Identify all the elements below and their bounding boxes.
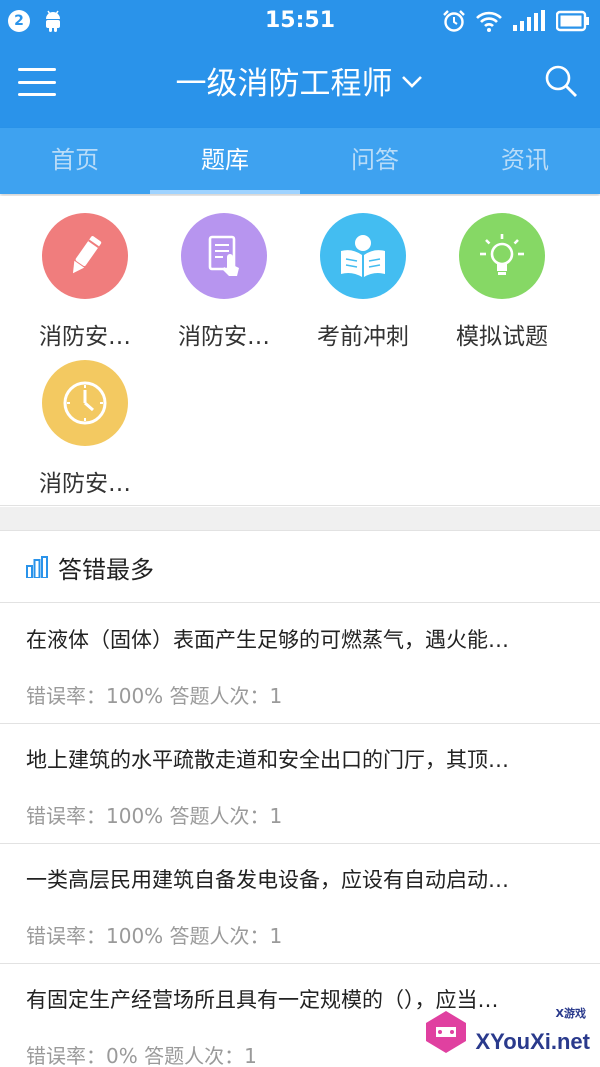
gamepad-logo-icon bbox=[426, 1011, 466, 1053]
question-list: 在液体（固体）表面产生足够的可燃蒸气，遇火能… 错误率：100% 答题人次：1 … bbox=[0, 604, 600, 1067]
grid-item-fire-safety-1[interactable]: 消防安… bbox=[15, 213, 155, 351]
lightbulb-icon bbox=[459, 213, 545, 299]
tab-news[interactable]: 资讯 bbox=[450, 128, 600, 194]
alarm-icon bbox=[443, 10, 465, 32]
battery-icon bbox=[556, 10, 589, 32]
grid-label: 考前冲刺 bbox=[317, 324, 409, 350]
grid-label: 消防安… bbox=[39, 471, 131, 497]
signal-icon bbox=[513, 10, 545, 31]
question-meta: 错误率：100% 答题人次：1 bbox=[26, 924, 283, 948]
grid-item-exam-sprint[interactable]: 考前冲刺 bbox=[293, 213, 433, 351]
status-bar: 2 15:51 bbox=[0, 0, 600, 42]
list-item[interactable]: 地上建筑的水平疏散走道和安全出口的门厅，其顶… 错误率：100% 答题人次：1 bbox=[0, 724, 600, 844]
wifi-icon bbox=[476, 11, 502, 32]
grid-item-fire-safety-2[interactable]: 消防安… bbox=[154, 213, 294, 351]
document-touch-icon bbox=[181, 213, 267, 299]
chevron-down-icon bbox=[401, 75, 422, 88]
clock-icon bbox=[42, 360, 128, 446]
pencil-icon bbox=[42, 213, 128, 299]
question-meta: 错误率：100% 答题人次：1 bbox=[26, 684, 283, 708]
question-text: 一类高层民用建筑自备发电设备，应设有自动启动… bbox=[26, 868, 509, 892]
grid-label: 消防安… bbox=[39, 324, 131, 350]
list-item[interactable]: 在液体（固体）表面产生足够的可燃蒸气，遇火能… 错误率：100% 答题人次：1 bbox=[0, 604, 600, 724]
question-text: 在液体（固体）表面产生足够的可燃蒸气，遇火能… bbox=[26, 628, 509, 652]
tab-question-bank[interactable]: 题库 bbox=[150, 128, 300, 194]
tab-qa[interactable]: 问答 bbox=[300, 128, 450, 194]
tab-home[interactable]: 首页 bbox=[0, 128, 150, 194]
section-divider bbox=[0, 507, 600, 531]
question-text: 地上建筑的水平疏散走道和安全出口的门厅，其顶… bbox=[26, 748, 509, 772]
reading-icon bbox=[320, 213, 406, 299]
list-item[interactable]: 一类高层民用建筑自备发电设备，应设有自动启动… 错误率：100% 答题人次：1 bbox=[0, 844, 600, 964]
watermark-text: XYouXi.net bbox=[475, 1029, 591, 1054]
section-header: 答错最多 bbox=[0, 532, 600, 603]
grid-label: 消防安… bbox=[178, 324, 270, 350]
question-meta: 错误率：100% 答题人次：1 bbox=[26, 804, 283, 828]
search-icon[interactable] bbox=[542, 62, 580, 100]
bar-chart-icon bbox=[26, 556, 48, 578]
app-header: 一级消防工程师 bbox=[0, 42, 600, 128]
grid-item-mock-exam[interactable]: 模拟试题 bbox=[432, 213, 572, 351]
grid-label: 模拟试题 bbox=[456, 324, 548, 350]
page-title: 一级消防工程师 bbox=[175, 66, 393, 102]
watermark-small: X游戏 bbox=[555, 1007, 586, 1020]
section-title: 答错最多 bbox=[58, 555, 154, 584]
watermark: X游戏 XYouXi.net bbox=[414, 1005, 594, 1061]
tab-bar: 首页 题库 问答 资讯 bbox=[0, 128, 600, 194]
exam-selector[interactable]: 一级消防工程师 bbox=[0, 58, 600, 103]
grid-item-fire-safety-3[interactable]: 消防安… bbox=[15, 360, 155, 498]
category-grid: 消防安… 消防安… 考前冲刺 模拟试题 消防安… bbox=[0, 196, 600, 506]
